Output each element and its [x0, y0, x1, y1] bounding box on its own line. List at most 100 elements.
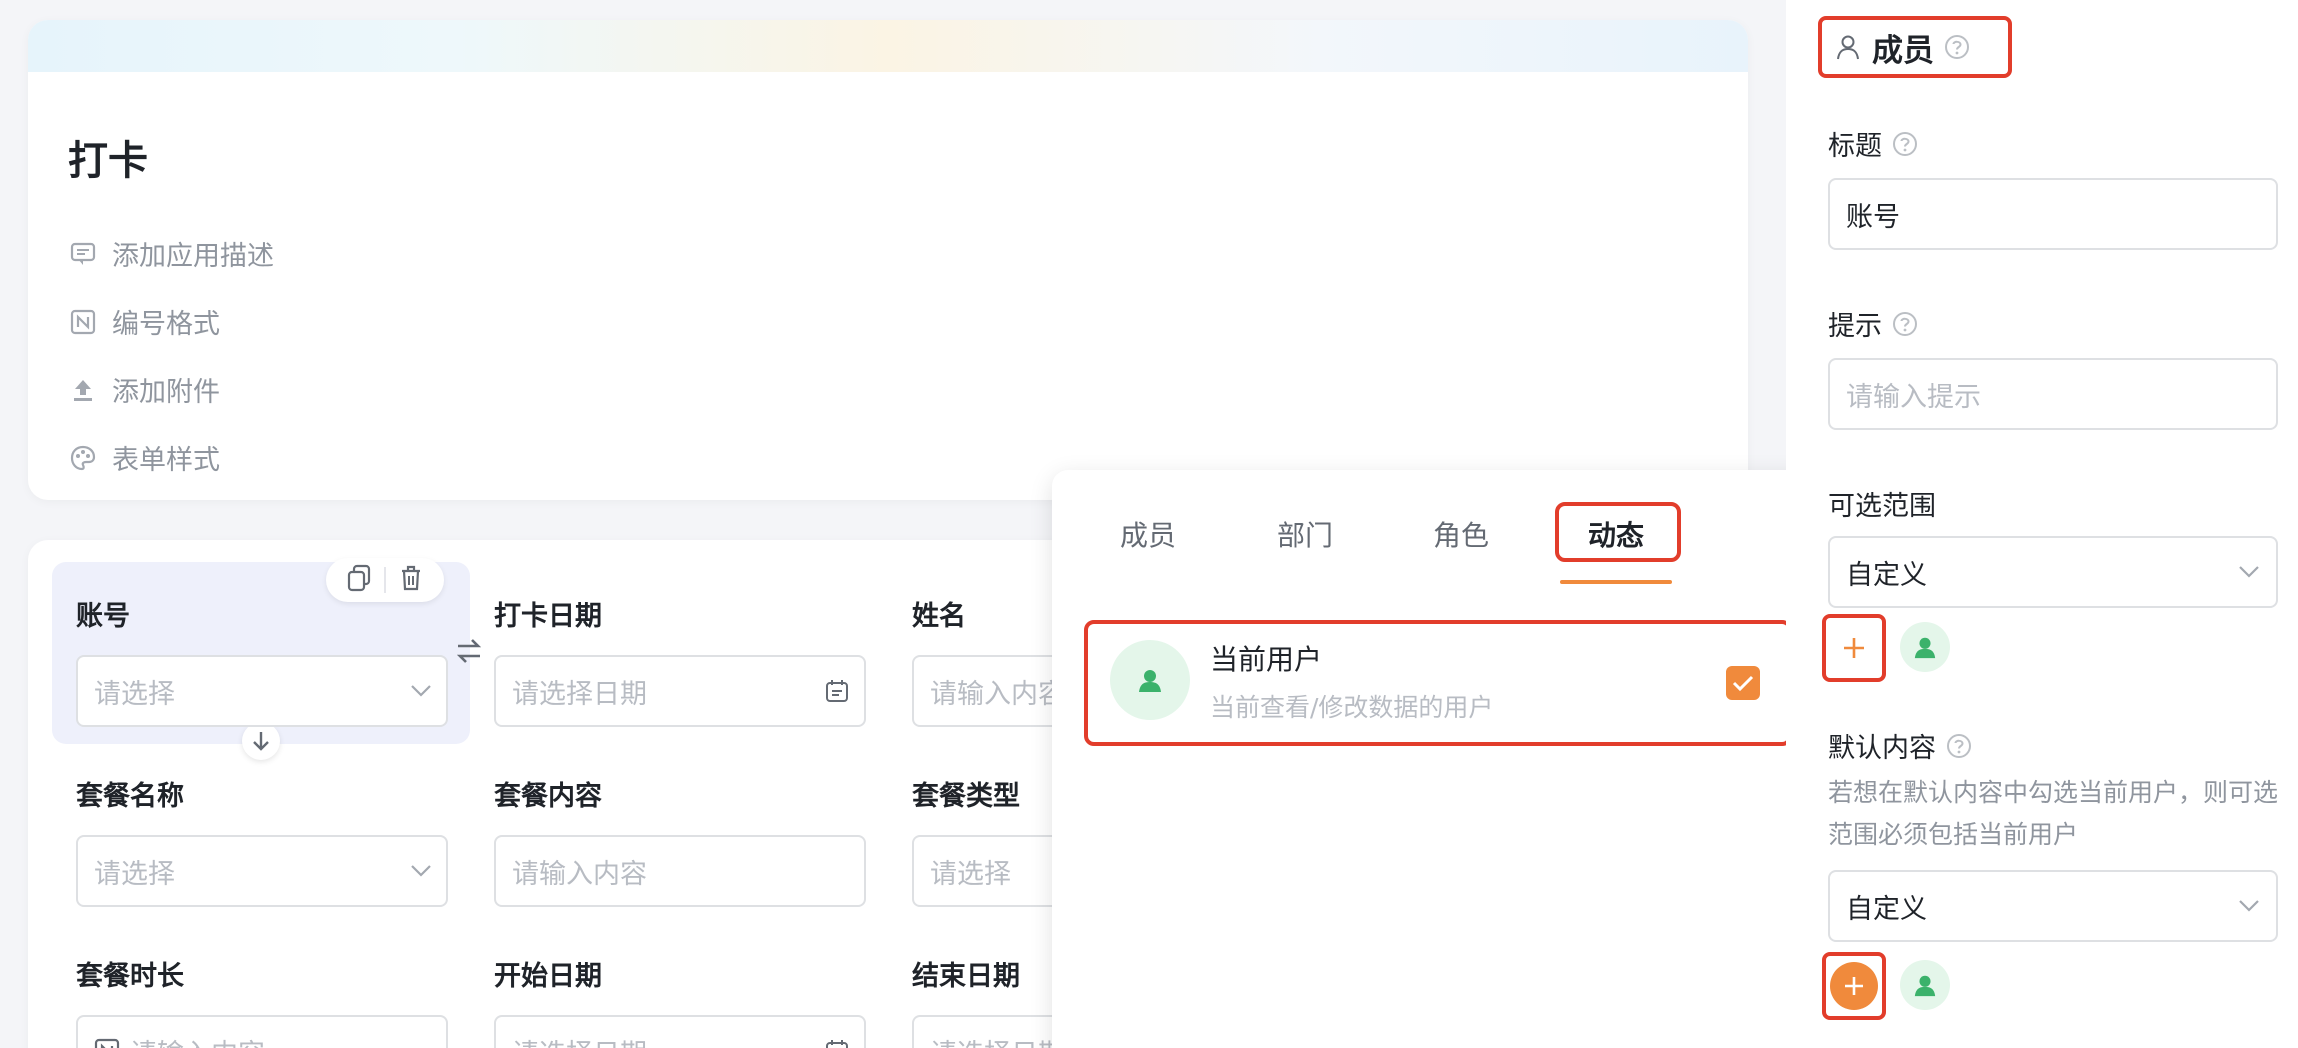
range-label: 可选范围: [1828, 484, 1936, 523]
placeholder: 请输入提示: [1846, 381, 1981, 413]
tab-highlight-frame: [1555, 502, 1681, 562]
plus-icon: [1830, 962, 1878, 1010]
check-icon: [1732, 675, 1754, 692]
avatar[interactable]: [1900, 622, 1950, 672]
label-text: 提示: [1828, 311, 1882, 342]
default-select[interactable]: 自定义: [1828, 870, 2278, 942]
checkin-date-picker[interactable]: 请选择日期: [494, 655, 866, 727]
arrow-down-icon: [253, 732, 269, 751]
tab-active-underline: [1560, 580, 1672, 584]
help-icon[interactable]: [1944, 34, 1970, 60]
tab-members[interactable]: 成员: [1120, 514, 1176, 554]
member-picker-popup: 成员 部门 角色 动态 当前用户 当前查看/修改数据的用户: [1052, 470, 1822, 1048]
add-default-button[interactable]: [1822, 952, 1886, 1020]
account-select[interactable]: 请选择: [76, 655, 448, 727]
placeholder: 请输入内容: [930, 678, 1065, 710]
label-text: 默认内容: [1828, 733, 1936, 764]
placeholder: 请输入内容: [512, 858, 647, 890]
placeholder: 请选择: [94, 678, 175, 710]
panel-header: 成员: [1818, 16, 2012, 78]
field-start-date[interactable]: 开始日期 请选择日期: [494, 954, 866, 1048]
chevron-down-icon: [410, 684, 432, 698]
field-package-duration[interactable]: 套餐时长 请输入内容: [76, 954, 448, 1048]
upload-icon: [68, 375, 98, 405]
default-hint: 若想在默认内容中勾选当前用户，则可选范围必须包括当前用户: [1828, 778, 2279, 849]
user-icon: [1914, 637, 1936, 659]
menu-label: 添加应用描述: [112, 241, 274, 272]
tab-roles[interactable]: 角色: [1433, 514, 1489, 554]
header-band: [28, 20, 1748, 72]
hint-label: 提示: [1828, 304, 1918, 343]
comment-icon: [68, 239, 98, 269]
option-current-user[interactable]: [1084, 620, 1792, 746]
placeholder: 请选择日期: [512, 678, 647, 710]
user-icon: [1914, 975, 1936, 997]
placeholder: 请选择: [94, 858, 175, 890]
field-label: 开始日期: [494, 961, 602, 992]
form-title[interactable]: 打卡: [68, 128, 148, 186]
option-subtitle: 当前查看/修改数据的用户: [1210, 693, 1494, 722]
user-outline-icon: [1836, 34, 1860, 60]
package-name-select[interactable]: 请选择: [76, 835, 448, 907]
input-value: 账号: [1846, 201, 1900, 233]
option-checkbox[interactable]: [1726, 666, 1760, 700]
title-input[interactable]: 账号: [1828, 178, 2278, 250]
user-icon: [1139, 670, 1161, 692]
package-content-input[interactable]: 请输入内容: [494, 835, 866, 907]
number-format-icon: [68, 307, 98, 337]
hint-input[interactable]: 请输入提示: [1828, 358, 2278, 430]
calendar-icon: [824, 1038, 850, 1048]
palette-icon: [68, 443, 98, 473]
placeholder: 请选择日期: [512, 1032, 647, 1048]
avatar[interactable]: [1900, 960, 1950, 1010]
plus-icon: [1832, 626, 1876, 670]
menu-label: 表单样式: [112, 445, 220, 476]
menu-add-description[interactable]: 添加应用描述: [68, 234, 274, 273]
chevron-down-icon: [2238, 899, 2260, 913]
select-value: 自定义: [1846, 893, 1927, 925]
chevron-down-icon: [2238, 565, 2260, 579]
package-duration-input[interactable]: 请输入内容: [76, 1015, 448, 1048]
menu-label: 添加附件: [112, 377, 220, 408]
help-icon[interactable]: [1946, 733, 1972, 759]
menu-label: 编号格式: [112, 309, 220, 340]
title-label: 标题: [1828, 124, 1918, 163]
toolbar-divider: [384, 567, 386, 593]
swap-icon[interactable]: [456, 636, 482, 670]
field-label: 套餐名称: [76, 781, 184, 812]
field-label: 打卡日期: [494, 601, 602, 632]
menu-number-format[interactable]: 编号格式: [68, 302, 220, 341]
help-icon[interactable]: [1892, 131, 1918, 157]
label-text: 标题: [1828, 131, 1882, 162]
calendar-icon: [824, 678, 850, 704]
chevron-down-icon: [410, 864, 432, 878]
trash-icon[interactable]: [398, 564, 424, 596]
field-package-name[interactable]: 套餐名称 请选择: [76, 774, 448, 907]
placeholder: 请输入内容: [130, 1032, 265, 1048]
start-date-picker[interactable]: 请选择日期: [494, 1015, 866, 1048]
tab-departments[interactable]: 部门: [1277, 514, 1333, 554]
field-label: 套餐内容: [494, 781, 602, 812]
property-panel: 成员 标题 账号 提示 请输入提示 可选范围 自定义 默认内容 若想在默认内容中…: [1786, 0, 2298, 1048]
field-checkin-date[interactable]: 打卡日期 请选择日期: [494, 594, 866, 727]
default-label: 默认内容: [1828, 726, 1972, 765]
field-label: 套餐时长: [76, 961, 184, 992]
option-title: 当前用户: [1210, 643, 1323, 676]
range-select[interactable]: 自定义: [1828, 536, 2278, 608]
number-icon: [94, 1038, 120, 1048]
form-header-card: 打卡 添加应用描述 编号格式 添加附件 表单样式: [28, 20, 1748, 500]
avatar: [1110, 640, 1190, 720]
field-account[interactable]: 账号 请选择: [76, 594, 448, 727]
placeholder: 请选择日期: [930, 1032, 1065, 1048]
menu-add-attachment[interactable]: 添加附件: [68, 370, 220, 409]
label-text: 可选范围: [1828, 491, 1936, 522]
panel-title: 成员: [1872, 32, 1934, 69]
select-value: 自定义: [1846, 559, 1927, 591]
copy-icon[interactable]: [346, 564, 372, 596]
field-label: 账号: [76, 601, 130, 632]
move-down-button[interactable]: [242, 722, 280, 760]
add-range-button[interactable]: [1822, 614, 1886, 682]
help-icon[interactable]: [1892, 311, 1918, 337]
field-package-content[interactable]: 套餐内容 请输入内容: [494, 774, 866, 907]
menu-form-style[interactable]: 表单样式: [68, 438, 220, 477]
